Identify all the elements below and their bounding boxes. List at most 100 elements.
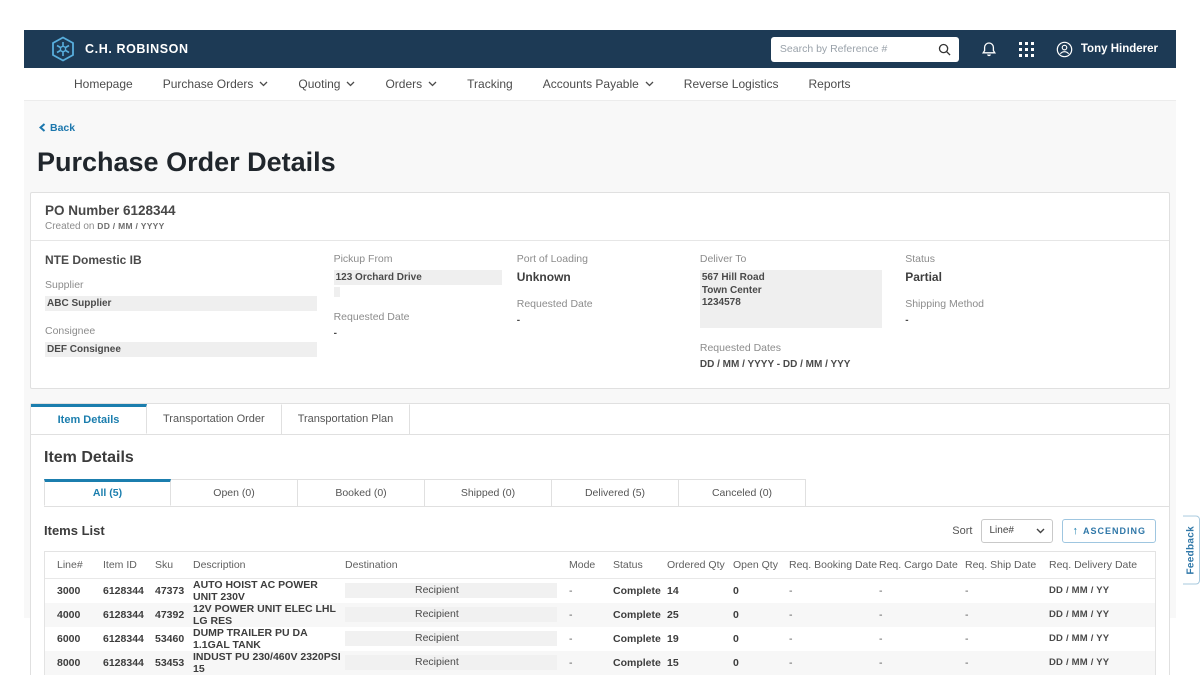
apps-grid-icon[interactable] xyxy=(1019,42,1034,57)
filter-tab-delivered-5[interactable]: Delivered (5) xyxy=(552,479,679,506)
back-link[interactable]: Back xyxy=(39,122,75,134)
app-header: C.H. ROBINSON xyxy=(24,30,1176,68)
filter-tab-shipped-0[interactable]: Shipped (0) xyxy=(425,479,552,506)
cell-req-booking-date: - xyxy=(789,609,879,621)
cell-req-ship-date: - xyxy=(965,585,1049,597)
cell-line: 8000 xyxy=(57,657,103,669)
nav-item-accounts-payable[interactable]: Accounts Payable xyxy=(543,77,654,91)
filter-tab-open-0[interactable]: Open (0) xyxy=(171,479,298,506)
chrobinson-hexagon-logo-icon xyxy=(50,36,76,62)
cell-req-cargo-date: - xyxy=(879,657,965,669)
nav-item-homepage[interactable]: Homepage xyxy=(74,77,133,91)
tab-transportation-order[interactable]: Transportation Order xyxy=(147,404,282,434)
nav-item-purchase-orders[interactable]: Purchase Orders xyxy=(163,77,269,91)
supplier-label: Supplier xyxy=(45,279,84,291)
search-input[interactable] xyxy=(771,37,929,62)
details-tabs-card: Item DetailsTransportation OrderTranspor… xyxy=(30,403,1170,675)
cell-item-id: 6128344 xyxy=(103,609,155,621)
destination-redacted-value: Recipient xyxy=(345,583,557,598)
column-header-description: Description xyxy=(193,559,345,571)
cell-open-qty: 0 xyxy=(733,609,789,621)
filter-tab-booked-0[interactable]: Booked (0) xyxy=(298,479,425,506)
nav-item-quoting[interactable]: Quoting xyxy=(298,77,355,91)
po-fields-grid: NTE Domestic IB Supplier ABC Supplier Co… xyxy=(31,241,1169,388)
po-summary-card: PO Number 6128344 Created on DD / MM / Y… xyxy=(30,192,1170,389)
column-header-open-qty: Open Qty xyxy=(733,559,789,571)
deliver-to-label: Deliver To xyxy=(700,253,747,265)
cell-ordered-qty: 14 xyxy=(667,585,733,597)
cell-sku: 53460 xyxy=(155,633,193,645)
cell-item-id: 6128344 xyxy=(103,585,155,597)
pol-requested-date-label: Requested Date xyxy=(517,298,593,310)
nav-item-reverse-logistics[interactable]: Reverse Logistics xyxy=(684,77,779,91)
destination-redacted-value: Recipient xyxy=(345,655,557,670)
notifications-bell-icon[interactable] xyxy=(981,41,997,58)
user-menu[interactable]: Tony Hinderer xyxy=(1056,41,1158,58)
nav-item-label: Quoting xyxy=(298,77,340,91)
cell-destination: Recipient xyxy=(345,631,569,646)
cell-req-delivery-date: DD / MM / YY xyxy=(1049,657,1145,668)
status-filter-tabs: All (5)Open (0)Booked (0)Shipped (0)Deli… xyxy=(44,479,1169,507)
po-type: NTE Domestic IB xyxy=(45,253,142,267)
filter-tab-canceled-0[interactable]: Canceled (0) xyxy=(679,479,806,506)
chevron-down-icon xyxy=(346,81,355,87)
cell-line: 6000 xyxy=(57,633,103,645)
cell-ordered-qty: 25 xyxy=(667,609,733,621)
sort-controls: Sort Line# ↑ ASCENDING xyxy=(952,519,1156,543)
po-number: PO Number 6128344 xyxy=(45,203,1155,218)
nav-item-reports[interactable]: Reports xyxy=(809,77,851,91)
supplier-value: ABC Supplier xyxy=(45,296,317,311)
sort-direction-button[interactable]: ↑ ASCENDING xyxy=(1062,519,1156,543)
cell-req-booking-date: - xyxy=(789,633,879,645)
cell-description: 12V POWER UNIT ELEC LHL LG RES xyxy=(193,603,345,627)
sort-field-select[interactable]: Line# xyxy=(981,519,1053,543)
brand-logo[interactable]: C.H. ROBINSON xyxy=(50,36,189,62)
items-list-section: Items List Sort Line# ↑ ASCENDING xyxy=(44,519,1156,675)
deliver-to-value: 567 Hill Road Town Center 1234578 xyxy=(700,270,882,328)
column-header-item-id: Item ID xyxy=(103,559,155,571)
cell-req-cargo-date: - xyxy=(879,633,965,645)
items-table-body: 3000612834447373AUTO HOIST AC POWER UNIT… xyxy=(45,579,1155,675)
section-title: Item Details xyxy=(44,449,1169,467)
items-table-header: Line#Item IDSkuDescriptionDestinationMod… xyxy=(45,552,1155,579)
nav-item-label: Purchase Orders xyxy=(163,77,254,91)
page-title: Purchase Order Details xyxy=(37,147,1170,178)
tab-item-details[interactable]: Item Details xyxy=(31,404,147,434)
deliver-line-3: 1234578 xyxy=(702,297,876,310)
cell-mode: - xyxy=(569,657,613,669)
pickup-requested-date-label: Requested Date xyxy=(334,311,410,323)
tab-strip: Item DetailsTransportation OrderTranspor… xyxy=(31,404,1169,435)
cell-req-booking-date: - xyxy=(789,585,879,597)
cell-req-ship-date: - xyxy=(965,609,1049,621)
cell-ordered-qty: 15 xyxy=(667,657,733,669)
sort-field-value: Line# xyxy=(989,525,1013,536)
cell-mode: - xyxy=(569,585,613,597)
tab-transportation-plan[interactable]: Transportation Plan xyxy=(282,404,411,434)
nav-item-orders[interactable]: Orders xyxy=(385,77,437,91)
feedback-button[interactable]: Feedback xyxy=(1183,516,1200,585)
search-box[interactable] xyxy=(771,37,959,62)
nav-item-label: Accounts Payable xyxy=(543,77,639,91)
cell-status: Complete xyxy=(613,657,667,669)
filter-tab-all-5[interactable]: All (5) xyxy=(44,479,171,506)
redacted-fragment xyxy=(334,287,340,297)
nav-item-tracking[interactable]: Tracking xyxy=(467,77,513,91)
deliver-requested-dates-value: DD / MM / YYYY - DD / MM / YYY xyxy=(700,359,851,370)
cell-req-delivery-date: DD / MM / YY xyxy=(1049,585,1145,596)
back-label: Back xyxy=(50,122,75,134)
cell-sku: 47373 xyxy=(155,585,193,597)
cell-req-booking-date: - xyxy=(789,657,879,669)
cell-req-ship-date: - xyxy=(965,633,1049,645)
cell-req-cargo-date: - xyxy=(879,609,965,621)
page-content: Back Purchase Order Details PO Number 61… xyxy=(24,101,1176,618)
sort-direction-label: ASCENDING xyxy=(1083,526,1146,536)
cell-description: AUTO HOIST AC POWER UNIT 230V xyxy=(193,579,345,603)
chevron-down-icon xyxy=(428,81,437,87)
cell-status: Complete xyxy=(613,609,667,621)
status-value: Partial xyxy=(905,270,942,284)
table-row: 6000612834453460DUMP TRAILER PU DA 1.1GA… xyxy=(45,627,1155,651)
destination-redacted-value: Recipient xyxy=(345,631,557,646)
column-header-req-booking-date: Req. Booking Date xyxy=(789,559,879,571)
search-icon[interactable] xyxy=(938,43,951,56)
cell-mode: - xyxy=(569,633,613,645)
